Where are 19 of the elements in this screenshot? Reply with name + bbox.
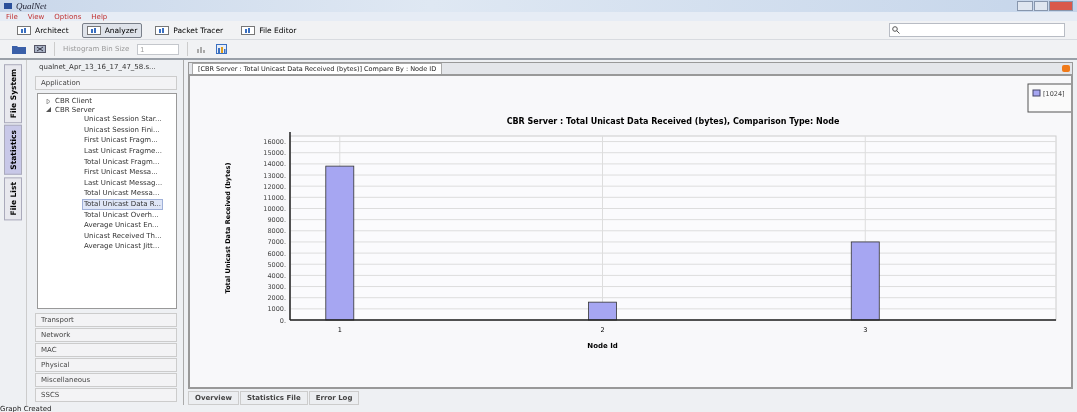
- app-icon: [4, 3, 12, 9]
- search-field[interactable]: [889, 23, 1065, 37]
- search-icon: [892, 26, 900, 34]
- mode-icon: [86, 25, 101, 35]
- close-tab-button[interactable]: [1062, 65, 1070, 72]
- mode-icon: [17, 25, 31, 35]
- close-file-icon[interactable]: [34, 45, 46, 53]
- chart-title: CBR Server : Total Unicast Data Received (bytes), Comparison Type: Node: [506, 117, 840, 126]
- folder-icon[interactable]: [12, 44, 26, 54]
- collapsed-triangle-icon[interactable]: [46, 98, 51, 104]
- minimize-button[interactable]: [1017, 1, 1033, 11]
- chart-icon[interactable]: [216, 44, 228, 54]
- mode-icon: [155, 25, 170, 35]
- window-title: QualNet: [16, 1, 47, 11]
- expanded-triangle-icon[interactable]: [46, 107, 51, 113]
- maximize-button[interactable]: [1034, 1, 1048, 11]
- close-button[interactable]: [1049, 1, 1073, 11]
- bar: [588, 301, 617, 321]
- mode-icon: [241, 25, 256, 35]
